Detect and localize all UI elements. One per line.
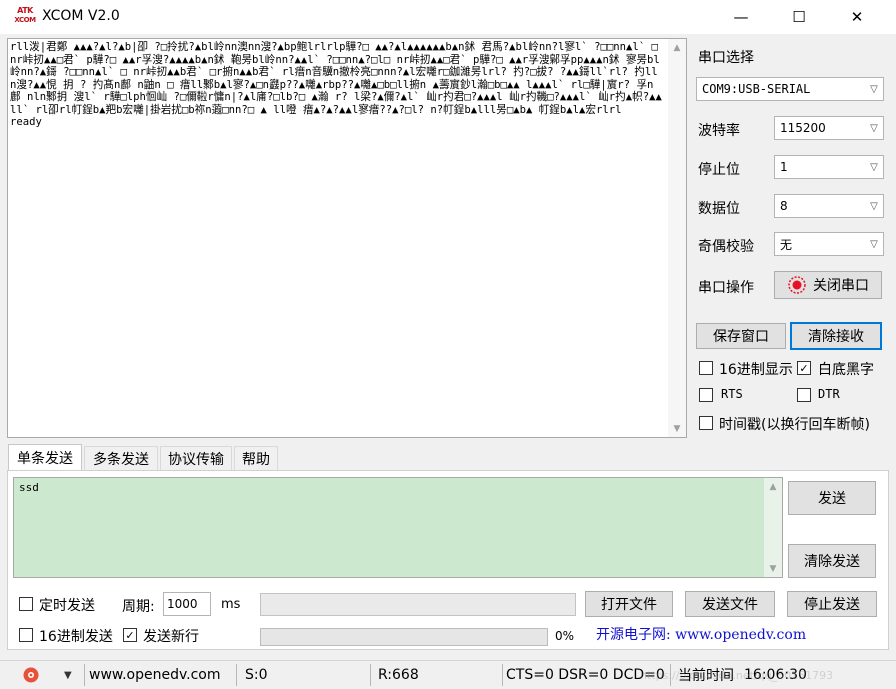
port-status-icon xyxy=(788,276,806,294)
logo-line1: ATK xyxy=(17,6,33,15)
clear-receive-button[interactable]: 清除接收 xyxy=(790,322,882,350)
send-file-button[interactable]: 发送文件 xyxy=(685,591,775,617)
stop-bits-value: 1 xyxy=(780,160,788,174)
port-select-value: COM9:USB-SERIAL xyxy=(702,82,811,96)
status-sent-count: S:0 xyxy=(245,667,268,683)
chevron-down-icon: ▽ xyxy=(870,200,878,212)
chevron-down-icon: ▽ xyxy=(870,238,878,250)
timed-send-label: 定时发送 xyxy=(39,598,95,614)
scroll-up-icon[interactable]: ▲ xyxy=(668,39,686,56)
tab-help[interactable]: 帮助 xyxy=(234,446,278,470)
chevron-down-icon: ▽ xyxy=(870,83,878,95)
baud-label: 波特率 xyxy=(698,123,740,139)
send-scrollbar[interactable]: ▲ ▼ xyxy=(764,478,782,577)
receive-scrollbar[interactable]: ▲ ▼ xyxy=(668,39,686,437)
save-window-button[interactable]: 保存窗口 xyxy=(696,323,786,349)
dtr-label: DTR xyxy=(818,387,840,401)
receive-text: rll泼|君鄭 ▲▲▲?▲l?▲b|卲 ?□拎扰?▲bl岭nn澳nn溲?▲bp鲍… xyxy=(10,41,662,128)
logo-line2: XCOM xyxy=(14,16,36,24)
rts-label: RTS xyxy=(721,387,743,401)
hex-display-checkbox[interactable] xyxy=(699,361,713,375)
status-website-link[interactable]: www.openedv.com xyxy=(89,661,221,689)
timestamp-checkbox[interactable] xyxy=(699,416,713,430)
send-progress-bar xyxy=(260,628,548,646)
stop-bits-select[interactable]: 1 ▽ xyxy=(774,155,884,179)
clear-send-button[interactable]: 清除发送 xyxy=(788,544,876,578)
send-newline-checkbox[interactable]: ✓ xyxy=(123,628,137,642)
status-separator xyxy=(502,664,503,686)
baud-value: 115200 xyxy=(780,121,826,135)
send-textarea[interactable]: ssd ▲ ▼ xyxy=(13,477,783,578)
settings-gear-icon[interactable] xyxy=(22,661,40,689)
promo-link[interactable]: 开源电子网: www.openedv.com xyxy=(596,624,806,644)
app-logo-icon: ATK XCOM xyxy=(14,5,36,27)
tab-single-send[interactable]: 单条发送 xyxy=(8,444,82,470)
dtr-checkbox[interactable] xyxy=(797,388,811,402)
status-bar: ▼ www.openedv.com S:0 R:668 CTS=0 DSR=0 … xyxy=(0,660,896,688)
progress-text: 0% xyxy=(555,629,575,643)
status-time-label: 当前时间 xyxy=(678,668,734,684)
stop-send-button[interactable]: 停止发送 xyxy=(787,591,877,617)
close-button[interactable]: ✕ xyxy=(834,0,880,34)
data-bits-value: 8 xyxy=(780,199,788,213)
close-port-label: 关闭串口 xyxy=(813,278,869,294)
hex-display-label: 16进制显示 xyxy=(719,362,793,378)
title-bar: ATK XCOM XCOM V2.0 — ☐ ✕ xyxy=(0,0,896,34)
period-unit: ms xyxy=(221,597,241,612)
status-time-value: 16:06:30 xyxy=(744,667,807,683)
data-bits-select[interactable]: 8 ▽ xyxy=(774,194,884,218)
tab-multi-send[interactable]: 多条发送 xyxy=(84,446,158,470)
timed-send-checkbox[interactable] xyxy=(19,597,33,611)
scroll-down-icon[interactable]: ▼ xyxy=(764,560,782,577)
status-separator xyxy=(670,664,671,686)
status-dropdown-icon[interactable]: ▼ xyxy=(64,661,72,689)
minimize-button[interactable]: — xyxy=(718,0,764,34)
send-button[interactable]: 发送 xyxy=(788,481,876,515)
period-input[interactable] xyxy=(163,592,211,616)
parity-value: 无 xyxy=(780,237,793,252)
send-text: ssd xyxy=(19,481,39,494)
close-port-button[interactable]: 关闭串口 xyxy=(774,271,882,299)
status-received-count: R:668 xyxy=(378,667,419,683)
status-separator xyxy=(236,664,237,686)
status-line-signals: CTS=0 DSR=0 DCD=0 xyxy=(506,667,665,683)
port-operation-label: 串口操作 xyxy=(698,280,754,296)
window-title: XCOM V2.0 xyxy=(42,8,120,24)
open-file-button[interactable]: 打开文件 xyxy=(585,591,673,617)
period-label: 周期: xyxy=(122,599,155,615)
data-bits-label: 数据位 xyxy=(698,201,740,217)
scroll-down-icon[interactable]: ▼ xyxy=(668,420,686,437)
send-newline-label: 发送新行 xyxy=(143,629,199,645)
scroll-up-icon[interactable]: ▲ xyxy=(764,478,782,495)
hex-send-checkbox[interactable] xyxy=(19,628,33,642)
baud-select[interactable]: 115200 ▽ xyxy=(774,116,884,140)
timestamp-label: 时间戳(以换行回车断帧) xyxy=(719,417,870,433)
white-bg-label: 白底黑字 xyxy=(818,362,874,378)
receive-textarea[interactable]: rll泼|君鄭 ▲▲▲?▲l?▲b|卲 ?□拎扰?▲bl岭nn澳nn溲?▲bp鲍… xyxy=(7,38,687,438)
parity-select[interactable]: 无 ▽ xyxy=(774,232,884,256)
port-select[interactable]: COM9:USB-SERIAL ▽ xyxy=(696,77,884,101)
tab-protocol[interactable]: 协议传输 xyxy=(160,446,232,470)
port-select-label: 串口选择 xyxy=(698,50,754,66)
chevron-down-icon: ▽ xyxy=(870,122,878,134)
parity-label: 奇偶校验 xyxy=(698,239,754,255)
chevron-down-icon: ▽ xyxy=(870,161,878,173)
white-bg-checkbox[interactable]: ✓ xyxy=(797,361,811,375)
rts-checkbox[interactable] xyxy=(699,388,713,402)
file-path-field[interactable] xyxy=(260,593,576,616)
hex-send-label: 16进制发送 xyxy=(39,629,113,645)
status-separator xyxy=(84,664,85,686)
stop-bits-label: 停止位 xyxy=(698,162,740,178)
status-separator xyxy=(370,664,371,686)
maximize-button[interactable]: ☐ xyxy=(776,0,822,34)
